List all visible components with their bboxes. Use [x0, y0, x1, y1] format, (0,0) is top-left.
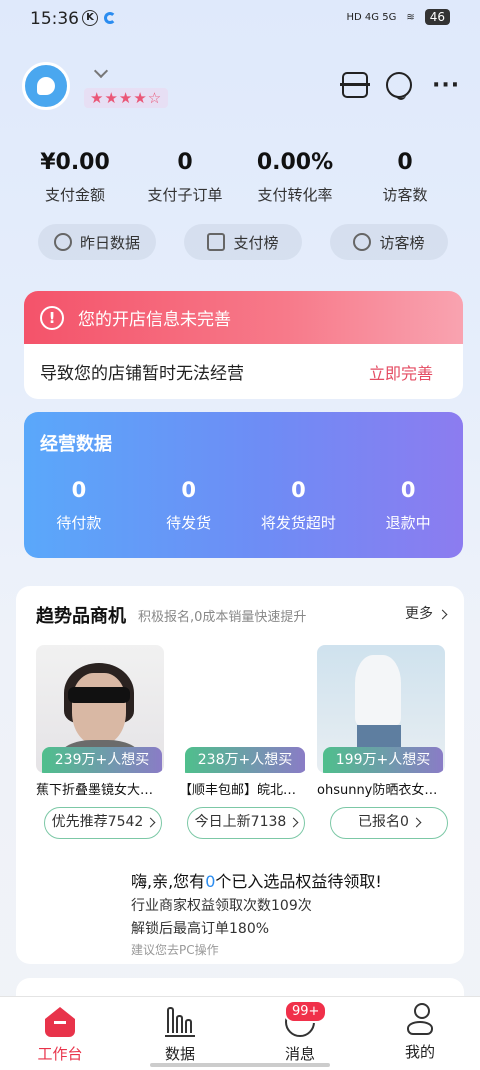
ops-label: 将发货超时 [260, 514, 336, 532]
ops-label: 待付款 [56, 514, 102, 532]
network-indicator: HD 4G 5G [346, 11, 397, 23]
ops-value: 0 [400, 478, 416, 502]
product-image: 239万+人想买 [36, 645, 164, 773]
bag-icon [207, 233, 226, 251]
promo-line: 行业商家权益领取次数109次 [131, 898, 312, 914]
ops-label: 退款中 [385, 514, 431, 532]
user-icon [353, 233, 372, 251]
stat-conversion-rate[interactable]: 0.00% 支付转化率 [240, 150, 350, 205]
stat-sub-orders[interactable]: 0 支付子订单 [130, 150, 240, 205]
ops-value: 0 [291, 478, 306, 502]
k-app-icon: K [82, 10, 98, 26]
product-card[interactable]: 238万+人想买 【顺丰包邮】皖北… [179, 645, 309, 798]
today-new-button[interactable]: 今日上新7138 [187, 807, 305, 839]
status-time: 15:36 [30, 9, 79, 29]
promo-line: 解锁后最高订单180% [131, 921, 270, 937]
stat-visitors[interactable]: 0 访客数 [350, 150, 460, 205]
stat-label: 支付转化率 [257, 186, 333, 204]
sync-icon [104, 12, 116, 24]
alert-header: ! 您的开店信息未完善 [24, 291, 463, 344]
pill-label: 昨日数据 [79, 233, 140, 252]
pill-label: 支付榜 [233, 233, 279, 252]
complete-now-link[interactable]: 立即完善 [369, 360, 433, 384]
priority-recommend-button[interactable]: 优先推荐7542 [44, 807, 162, 839]
more-link[interactable]: 更多 [405, 603, 446, 623]
bottom-tabbar: 工作台 数据 消息 我的 [0, 996, 480, 1070]
chevron-down-icon[interactable] [93, 63, 109, 79]
tab-label: 我的 [404, 1043, 435, 1061]
payment-rank-button[interactable]: 支付榜 [184, 224, 302, 260]
quick-pills: 昨日数据 支付榜 访客榜 [38, 224, 448, 260]
stat-value: 0.00% [256, 150, 334, 175]
ops-value: 0 [71, 478, 87, 502]
stat-label: 访客数 [382, 186, 428, 204]
unread-badge: 99+ [284, 1000, 328, 1023]
stat-value: ¥0.00 [40, 150, 110, 175]
tab-label: 消息 [284, 1045, 315, 1063]
trend-products-card: 趋势品商机 积极报名,0成本销量快速提升 更多 239万+人想买 蕉下折叠墨镜女… [16, 586, 464, 964]
stats-row: ¥0.00 支付金额 0 支付子订单 0.00% 支付转化率 0 访客数 [20, 150, 460, 205]
status-indicators: HD 4G 5G ≋ 46 [347, 9, 450, 25]
ops-pending-payment[interactable]: 0 待付款 [24, 478, 134, 533]
ops-refunding[interactable]: 0 退款中 [353, 478, 463, 533]
operations-grid: 0 待付款 0 待发货 0 将发货超时 0 退款中 [24, 478, 463, 533]
visitor-rank-button[interactable]: 访客榜 [330, 224, 448, 260]
ops-value: 0 [181, 478, 196, 502]
alert-title: 您的开店信息未完善 [78, 310, 231, 330]
ops-shipment-overdue[interactable]: 0 将发货超时 [244, 478, 354, 533]
home-indicator [150, 1063, 330, 1067]
shop-header: ★★★★☆ ··· [0, 58, 480, 118]
tab-label: 工作台 [37, 1045, 83, 1063]
product-name: 【顺丰包邮】皖北… [179, 783, 297, 798]
product-card[interactable]: 239万+人想买 蕉下折叠墨镜女大… [36, 645, 166, 798]
product-name: 蕉下折叠墨镜女大… [36, 783, 154, 798]
tab-profile[interactable]: 我的 [360, 997, 480, 1070]
alert-message: 导致您的店铺暂时无法经营 [40, 364, 244, 384]
tab-data[interactable]: 数据 [120, 997, 240, 1070]
want-count-badge: 239万+人想买 [42, 747, 162, 773]
wifi-icon: ≋ [406, 11, 415, 23]
product-image: 238万+人想买 [179, 645, 307, 773]
scan-icon[interactable] [340, 72, 370, 98]
stat-value: 0 [177, 150, 193, 175]
registered-button[interactable]: 已报名0 [330, 807, 448, 839]
trend-subtitle: 积极报名,0成本销量快速提升 [138, 610, 307, 625]
trend-title: 趋势品商机 [36, 606, 126, 627]
shop-avatar[interactable] [22, 62, 70, 110]
benefit-promo: 嗨,亲,您有0个已入选品权益待领取! 行业商家权益领取次数109次 解锁后最高订… [131, 868, 451, 958]
stat-label: 支付金额 [44, 186, 105, 204]
shop-rating-stars: ★★★★☆ [84, 88, 169, 108]
promo-headline: 嗨,亲,您有0个已入选品权益待领取! [131, 872, 382, 891]
product-image: 199万+人想买 [317, 645, 445, 773]
tab-label: 数据 [164, 1045, 195, 1063]
more-icon[interactable]: ··· [432, 75, 459, 108]
battery-indicator: 46 [424, 9, 450, 25]
promo-hint: 建议您去PC操作 [131, 943, 219, 957]
stat-value: 0 [397, 150, 413, 175]
customer-service-icon[interactable] [386, 72, 412, 100]
stat-label: 支付子订单 [147, 186, 223, 204]
stat-payment-amount[interactable]: ¥0.00 支付金额 [20, 150, 130, 205]
yesterday-data-button[interactable]: 昨日数据 [38, 224, 156, 260]
bar-chart-icon [165, 1007, 195, 1037]
ops-pending-shipment[interactable]: 0 待发货 [134, 478, 244, 533]
promo-count: 0 [205, 872, 216, 891]
pill-label: 访客榜 [379, 233, 425, 252]
tab-workbench[interactable]: 工作台 [0, 997, 120, 1070]
product-card[interactable]: 199万+人想买 ohsunny防晒衣女… [317, 645, 447, 798]
home-icon [45, 1007, 75, 1037]
alert-body: 导致您的店铺暂时无法经营 立即完善 [24, 344, 463, 399]
person-icon [407, 1003, 433, 1035]
ops-label: 待发货 [166, 514, 212, 532]
shop-info-alert: ! 您的开店信息未完善 导致您的店铺暂时无法经营 立即完善 [24, 291, 463, 399]
want-count-badge: 238万+人想买 [185, 747, 305, 773]
status-bar: 15:36 K HD 4G 5G ≋ 46 [0, 0, 480, 38]
want-count-badge: 199万+人想买 [323, 747, 443, 773]
product-name: ohsunny防晒衣女… [317, 783, 438, 798]
operations-card: 经营数据 0 待付款 0 待发货 0 将发货超时 0 退款中 [24, 412, 463, 558]
compass-icon [53, 233, 72, 251]
operations-title: 经营数据 [40, 434, 112, 455]
warning-icon: ! [40, 305, 64, 330]
